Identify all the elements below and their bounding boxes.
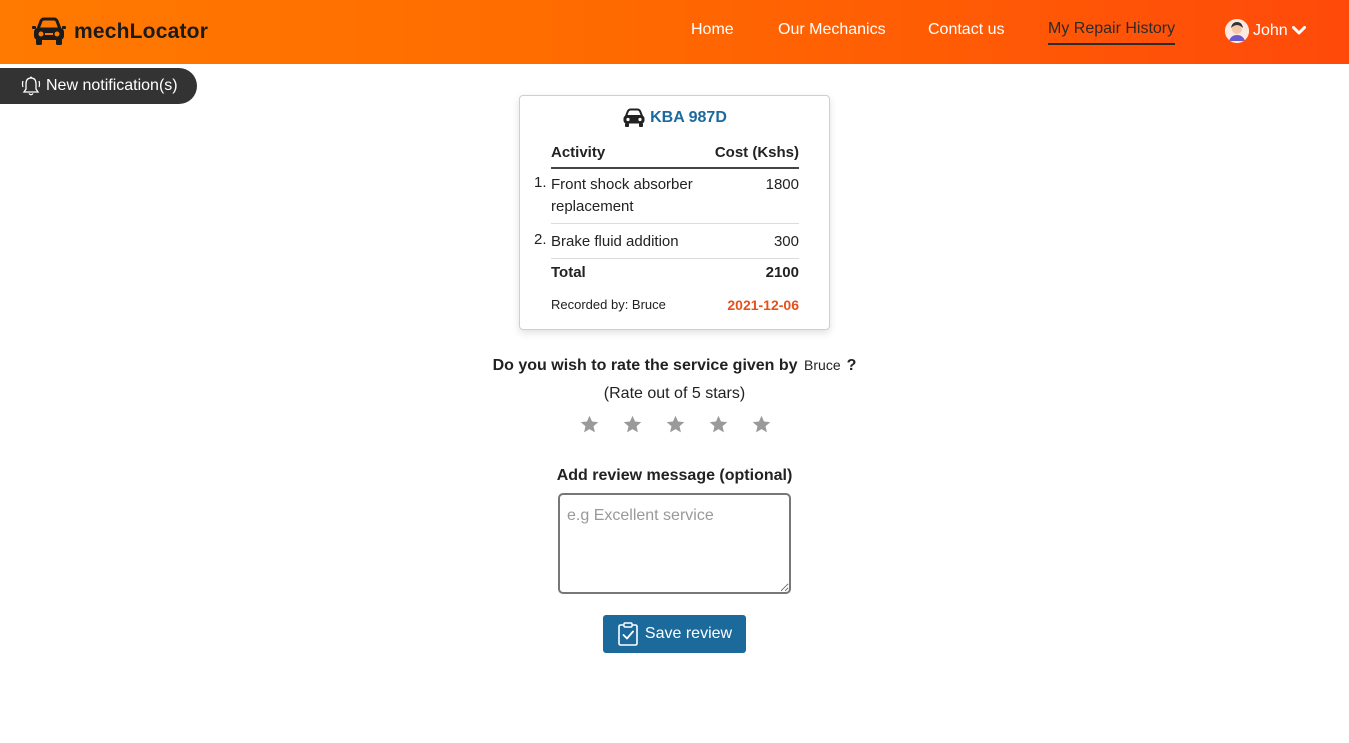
row-number: 2. — [534, 231, 547, 248]
user-menu[interactable]: John — [1225, 19, 1306, 43]
row-cost: 1800 — [765, 176, 799, 193]
clipboard-check-icon — [618, 622, 638, 646]
save-review-button[interactable]: Save review — [603, 615, 746, 653]
nav-links: Home Our Mechanics Contact us My Repair … — [0, 0, 1349, 64]
notification-label: New notification(s) — [46, 77, 178, 94]
row-activity: Front shock absorber replacement — [551, 176, 693, 215]
repair-record-card: KBA 987D Activity Cost (Kshs) 1. Front s… — [519, 95, 830, 330]
rating-question-prefix: Do you wish to rate the service given by — [492, 357, 798, 374]
table-row: 2. Brake fluid addition 300 — [534, 224, 799, 259]
vehicle-plate: KBA 987D — [520, 108, 829, 128]
chevron-down-icon — [1291, 26, 1306, 35]
star-4-icon[interactable] — [708, 414, 729, 435]
review-label: Add review message (optional) — [556, 467, 793, 484]
star-1-icon[interactable] — [579, 414, 600, 435]
row-number: 1. — [534, 174, 547, 191]
save-review-label: Save review — [644, 625, 733, 642]
mechanic-name: Bruce — [804, 357, 841, 373]
row-activity: Brake fluid addition — [551, 233, 679, 250]
notification-badge[interactable]: New notification(s) — [0, 68, 197, 104]
bell-ringing-icon — [21, 76, 41, 96]
cost-header: Cost (Kshs) — [714, 144, 799, 161]
record-date: 2021-12-06 — [727, 297, 799, 313]
star-2-icon[interactable] — [622, 414, 643, 435]
star-3-icon[interactable] — [665, 414, 686, 435]
user-name: John — [1253, 22, 1288, 39]
top-navbar: mechLocator Home Our Mechanics Contact u… — [0, 0, 1349, 64]
row-cost: 300 — [773, 233, 799, 250]
nav-home[interactable]: Home — [691, 21, 734, 39]
plate-number: KBA 987D — [650, 109, 727, 126]
total-label: Total — [551, 264, 586, 281]
activity-header: Activity — [551, 144, 606, 161]
rating-subtitle: (Rate out of 5 stars) — [603, 385, 746, 402]
nav-my-repair-history[interactable]: My Repair History — [1048, 20, 1176, 45]
rating-question: Do you wish to rate the service given by… — [0, 357, 1349, 375]
total-value: 2100 — [765, 264, 799, 281]
star-rating — [579, 414, 772, 435]
record-meta: Recorded by: Bruce 2021-12-06 — [551, 297, 799, 313]
repair-table: Activity Cost (Kshs) 1. Front shock abso… — [534, 144, 799, 281]
recorded-by: Recorded by: Bruce — [551, 297, 666, 312]
rating-question-suffix: ? — [846, 357, 857, 374]
car-front-icon — [623, 108, 645, 127]
total-row: Total 2100 — [551, 259, 799, 281]
table-header: Activity Cost (Kshs) — [551, 144, 799, 169]
review-message-input[interactable] — [558, 493, 791, 594]
nav-our-mechanics[interactable]: Our Mechanics — [778, 21, 886, 39]
star-5-icon[interactable] — [751, 414, 772, 435]
user-avatar-icon — [1225, 19, 1249, 43]
nav-contact-us[interactable]: Contact us — [928, 21, 1004, 39]
table-row: 1. Front shock absorber replacement 1800 — [534, 169, 799, 224]
